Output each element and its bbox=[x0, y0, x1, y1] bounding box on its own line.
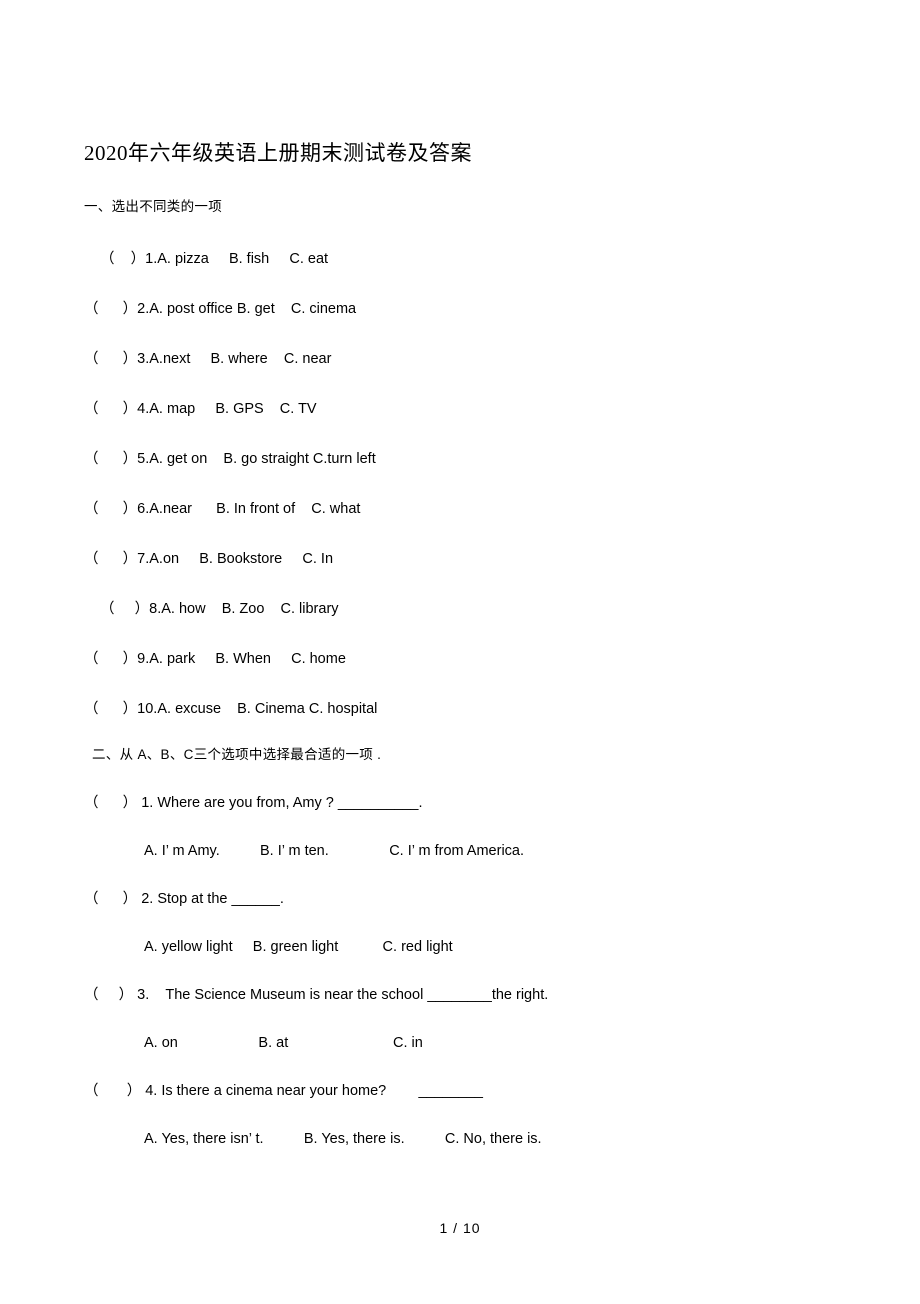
question-row: （ ） 5. A. get on B. go straight C.turn l… bbox=[84, 449, 836, 469]
answer-blank-paren[interactable]: （ ） bbox=[84, 449, 137, 469]
question-row: （ ） 9. A. park B. When C. home bbox=[84, 649, 836, 669]
question-row: （ ） 4. A. map B. GPS C. TV bbox=[84, 399, 836, 419]
question-stem: （ ） 3. The Science Museum is near the sc… bbox=[84, 987, 549, 1003]
question-row: （ ） 6. A.near B. In front of C. what bbox=[84, 499, 836, 519]
question-number: 9. bbox=[137, 651, 150, 667]
question-row: （ ） 2. A. post office B. get C. cinema bbox=[84, 299, 836, 319]
answer-blank-paren[interactable]: （ ） bbox=[84, 649, 137, 669]
answer-blank-paren[interactable]: （ ） bbox=[84, 699, 137, 719]
answer-blank-paren[interactable]: （ ） bbox=[84, 549, 137, 569]
section-two-question-list: （ ） 1. Where are you from, Amy ? _______… bbox=[84, 793, 836, 1149]
question-number: 2. bbox=[137, 301, 150, 317]
question-options: A.on B. Bookstore C. In bbox=[149, 551, 334, 567]
question-options: A. pizza B. fish C. eat bbox=[157, 251, 329, 267]
question-options: A.near B. In front of C. what bbox=[149, 501, 361, 517]
question-row: （ ） 7. A.on B. Bookstore C. In bbox=[84, 549, 836, 569]
question-number: 3. bbox=[137, 351, 150, 367]
question-options: A. park B. When C. home bbox=[149, 651, 346, 667]
answer-blank-paren[interactable]: （ ） bbox=[100, 249, 145, 269]
question-options: A. yellow light B. green light C. red li… bbox=[144, 939, 453, 955]
question-options: A. how B. Zoo C. library bbox=[161, 601, 339, 617]
question-options: A. on B. at C. in bbox=[144, 1035, 423, 1051]
question-stem: （ ） 1. Where are you from, Amy ? _______… bbox=[84, 795, 423, 811]
question-number: 8. bbox=[149, 601, 162, 617]
question-row: （ ） 1. A. pizza B. fish C. eat bbox=[84, 249, 836, 269]
answer-blank-paren[interactable]: （ ） bbox=[84, 349, 137, 369]
answer-blank-paren[interactable]: （ ） bbox=[84, 299, 137, 319]
page-number-footer: 1 / 10 bbox=[439, 1220, 481, 1236]
question-number: 1. bbox=[145, 251, 158, 267]
answer-blank-paren[interactable]: （ ） bbox=[84, 499, 137, 519]
section-one-question-list: （ ） 1. A. pizza B. fish C. eat （ ） 2. A.… bbox=[84, 249, 836, 719]
document-page: 2020年六年级英语上册期末测试卷及答案 一、选出不同类的一项 （ ） 1. A… bbox=[0, 0, 920, 1304]
question-options: A. excuse B. Cinema C. hospital bbox=[157, 701, 378, 717]
question-stem: （ ） 4. Is there a cinema near your home?… bbox=[84, 1083, 483, 1099]
question-row: （ ） 8. A. how B. Zoo C. library bbox=[84, 599, 836, 619]
question-number: 5. bbox=[137, 451, 150, 467]
question-options: A. I’ m Amy. B. I’ m ten. C. I’ m from A… bbox=[144, 843, 525, 859]
question-number: 10. bbox=[137, 701, 158, 717]
answer-blank-paren[interactable]: （ ） bbox=[84, 399, 137, 419]
question-row: （ ） 3. A.next B. where C. near bbox=[84, 349, 836, 369]
section-heading-two: 二、从 A、B、C三个选项中选择最合适的一项 . bbox=[92, 747, 382, 762]
question-options: A. post office B. get C. cinema bbox=[149, 301, 357, 317]
question-row: （ ） 10. A. excuse B. Cinema C. hospital bbox=[84, 699, 836, 719]
question-options: A. Yes, there isn’ t. B. Yes, there is. … bbox=[144, 1131, 542, 1147]
question-options: A.next B. where C. near bbox=[149, 351, 332, 367]
question-stem: （ ） 2. Stop at the ______. bbox=[84, 891, 284, 907]
section-heading-one: 一、选出不同类的一项 bbox=[84, 199, 222, 214]
page-title: 2020年六年级英语上册期末测试卷及答案 bbox=[84, 141, 472, 165]
question-number: 6. bbox=[137, 501, 150, 517]
question-options: A. map B. GPS C. TV bbox=[149, 401, 317, 417]
question-options: A. get on B. go straight C.turn left bbox=[149, 451, 376, 467]
question-number: 7. bbox=[137, 551, 150, 567]
answer-blank-paren[interactable]: （ ） bbox=[100, 599, 149, 619]
question-number: 4. bbox=[137, 401, 150, 417]
